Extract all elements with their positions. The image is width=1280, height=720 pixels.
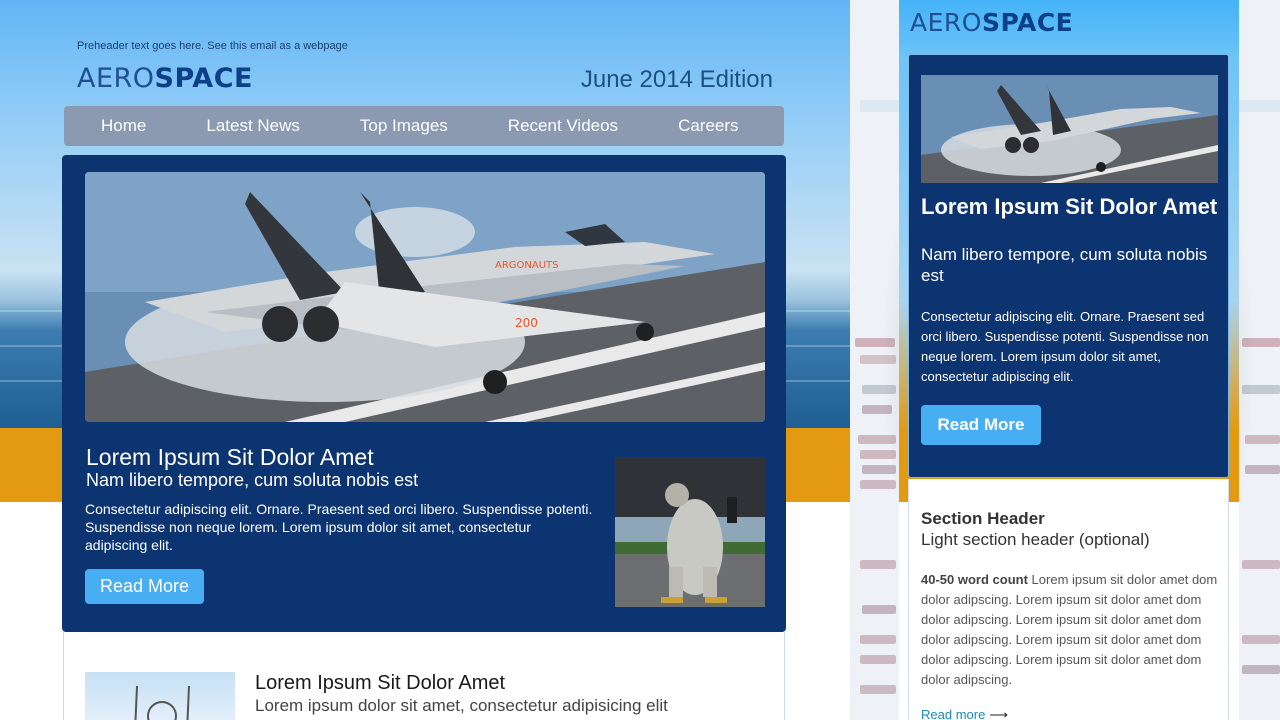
logo-light-text: AERO bbox=[910, 8, 982, 37]
svg-text:200: 200 bbox=[515, 316, 538, 330]
jet-illustration: 200 ARGONAUTS bbox=[85, 172, 765, 422]
logo-light-text: AERO bbox=[77, 63, 155, 94]
mobile-hero-subtitle: Nam libero tempore, cum soluta nobis est bbox=[921, 245, 1208, 285]
nav-item-careers[interactable]: Careers bbox=[678, 116, 738, 136]
second-article-thumbnail[interactable] bbox=[85, 672, 235, 720]
read-more-button[interactable]: Read More bbox=[85, 569, 204, 604]
hero-body-text: Consectetur adipiscing elit. Ornare. Pra… bbox=[85, 501, 593, 553]
second-article-subtitle: Lorem ipsum dolor sit amet, consectetur … bbox=[255, 696, 668, 715]
mobile-hero-body-text: Consectetur adipiscing elit. Ornare. Pra… bbox=[921, 309, 1209, 384]
nav-bar: Home Latest News Top Images Recent Video… bbox=[64, 106, 784, 146]
nav-item-home[interactable]: Home bbox=[101, 116, 146, 136]
mobile-aerospace-logo: AEROSPACE bbox=[910, 8, 1073, 37]
nav-item-latest-news[interactable]: Latest News bbox=[206, 116, 300, 136]
hero-jet-image[interactable]: 200 ARGONAUTS bbox=[85, 172, 765, 422]
mobile-hero-card: Lorem Ipsum Sit Dolor Amet Nam libero te… bbox=[908, 54, 1229, 478]
section-link-label[interactable]: Read more bbox=[921, 707, 985, 720]
mobile-hero-jet-image[interactable] bbox=[921, 75, 1218, 183]
preheader-text[interactable]: Preheader text goes here. See this email… bbox=[77, 40, 348, 52]
svg-text:ARGONAUTS: ARGONAUTS bbox=[495, 260, 559, 271]
nav-item-recent-videos[interactable]: Recent Videos bbox=[508, 116, 618, 136]
mobile-section-card: Section Header Light section header (opt… bbox=[908, 479, 1229, 720]
edition-label: June 2014 Edition bbox=[580, 66, 773, 93]
crew-illustration bbox=[615, 457, 765, 607]
section-lead-text: 40-50 word count bbox=[921, 572, 1028, 587]
mobile-read-more-button[interactable]: Read More bbox=[921, 405, 1041, 445]
hero-subtitle: Nam libero tempore, cum soluta nobis est bbox=[86, 470, 419, 490]
jet-illustration bbox=[921, 75, 1218, 183]
mobile-email-preview: AEROSPACE Lorem Ipsum Sit Dolor Amet Nam… bbox=[899, 0, 1239, 720]
section-header: Section Header bbox=[921, 509, 1045, 528]
hero-title[interactable]: Lorem Ipsum Sit Dolor Amet bbox=[86, 444, 374, 471]
section-body-text: 40-50 word count Lorem ipsum sit dolor a… bbox=[921, 570, 1221, 690]
nav-item-top-images[interactable]: Top Images bbox=[360, 116, 448, 136]
second-article-card: Lorem Ipsum Sit Dolor Amet Lorem ipsum d… bbox=[63, 632, 785, 720]
aerospace-logo: AEROSPACE bbox=[77, 63, 253, 94]
logo-bold-text: SPACE bbox=[981, 8, 1074, 37]
section-subheader: Light section header (optional) bbox=[921, 530, 1150, 549]
crew-thumbnail-image[interactable] bbox=[615, 457, 765, 607]
section-body-copy: Lorem ipsum sit dolor amet dom dolor adi… bbox=[921, 572, 1218, 687]
logo-bold-text: SPACE bbox=[154, 63, 253, 94]
desktop-email-preview: Preheader text goes here. See this email… bbox=[0, 0, 850, 720]
hero-article-card: 200 ARGONAUTS Lorem Ipsum Sit Dolor Amet… bbox=[62, 155, 786, 632]
mobile-hero-title[interactable]: Lorem Ipsum Sit Dolor Amet bbox=[921, 195, 1221, 218]
tools-illustration bbox=[134, 685, 190, 720]
section-read-more-link[interactable]: Read more ⟶ bbox=[921, 707, 1008, 720]
second-article-title[interactable]: Lorem Ipsum Sit Dolor Amet bbox=[255, 672, 505, 695]
right-arrow-icon: ⟶ bbox=[989, 707, 1008, 720]
